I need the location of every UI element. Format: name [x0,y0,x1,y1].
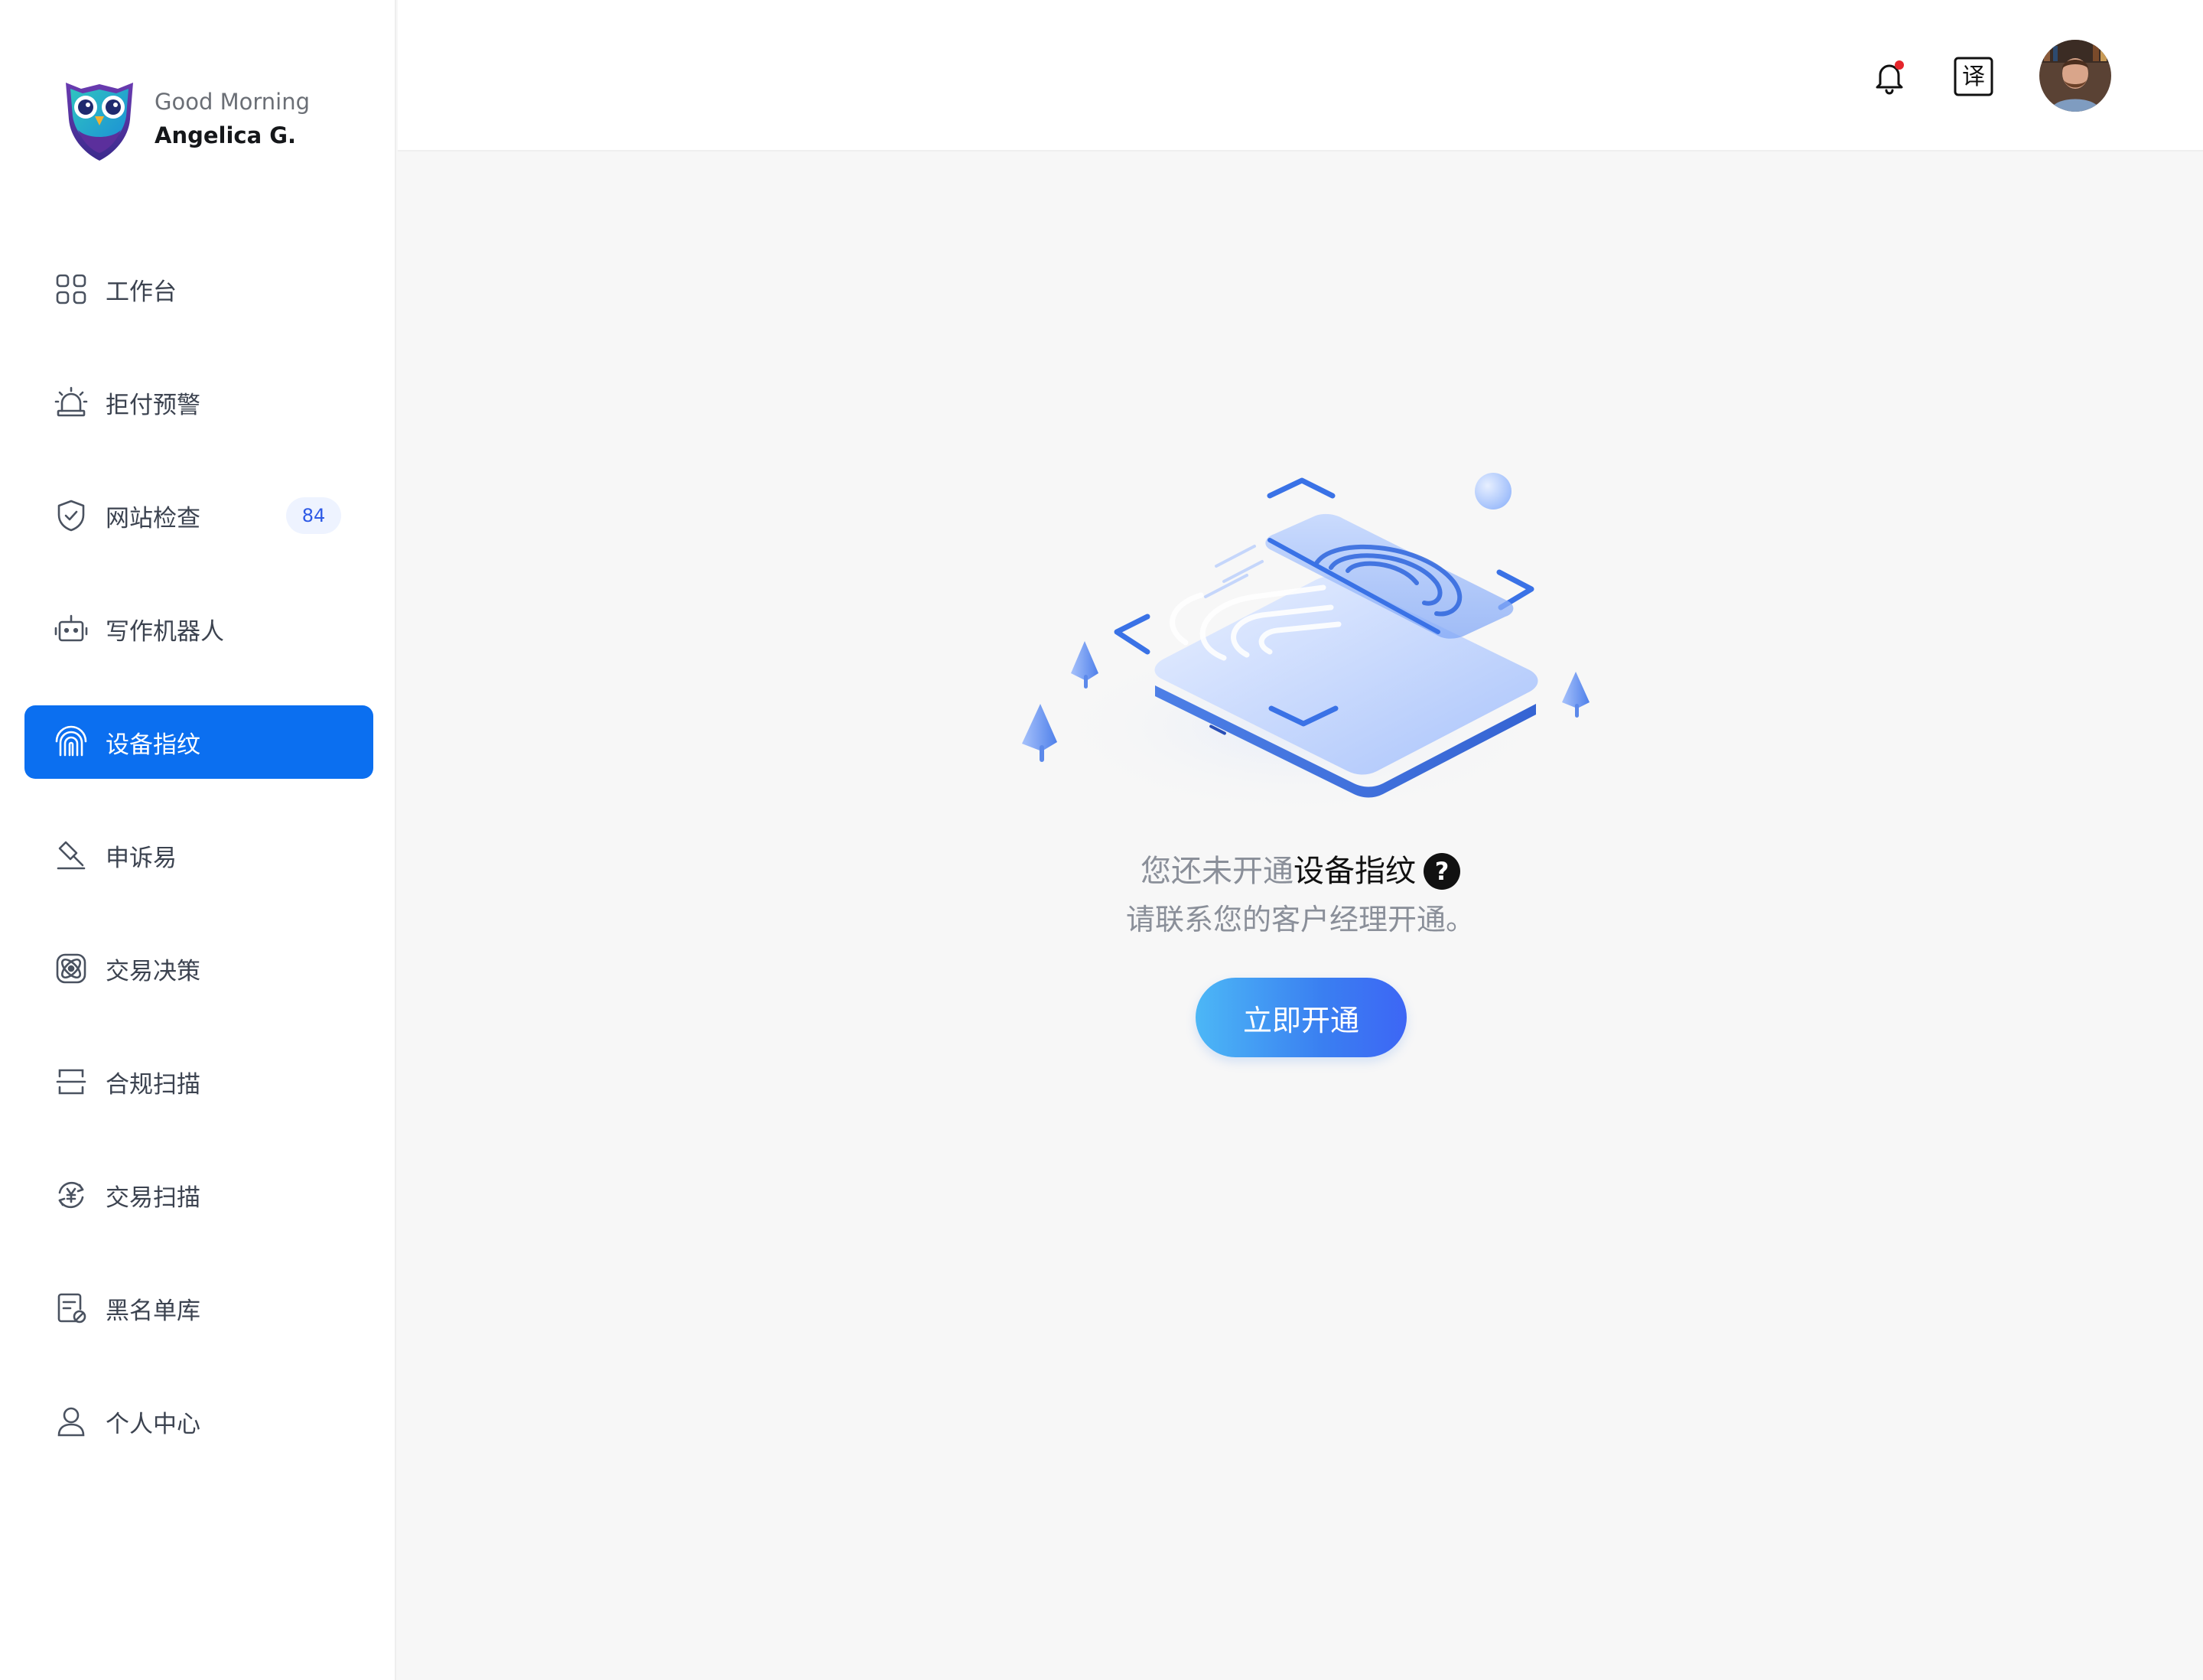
message-line-2: 请联系您的客户经理开通。 [1125,903,1475,936]
message-prefix: 您还未开通 [1141,854,1293,889]
gavel-icon [54,838,89,873]
yen-refresh-icon [54,1177,89,1213]
shield-check-icon [54,498,89,533]
user-name: Angelica G. [155,122,297,148]
sidebar: Good Morning Angelica G. 工作台 拒付预警 网站检查 8… [0,0,396,1680]
notification-dot [1895,60,1904,70]
sidebar-item-label: 工作台 [106,278,177,306]
grid-icon [54,272,89,307]
count-badge: 84 [286,497,341,534]
sidebar-item-label: 网站检查 [106,504,200,532]
sidebar-item-label: 写作机器人 [106,617,224,646]
greeting-text: Good Morning [155,89,310,115]
sidebar-item-label: 申诉易 [106,844,177,872]
blocklist-icon [54,1291,89,1326]
sidebar-item-device-fingerprint[interactable]: 设备指纹 [24,705,373,779]
sidebar-item-trade-decision[interactable]: 交易决策 [24,932,373,1005]
sidebar-item-label: 个人中心 [106,1410,200,1438]
sidebar-item-profile[interactable]: 个人中心 [24,1385,373,1458]
sidebar-item-label: 设备指纹 [106,731,200,759]
fingerprint-illustration [1022,473,1590,819]
notification-button[interactable] [1868,55,1911,98]
sidebar-item-chargeback-alert[interactable]: 拒付预警 [24,366,373,439]
robot-icon [54,611,89,646]
sidebar-item-label: 合规扫描 [106,1070,200,1099]
fingerprint-icon [54,724,89,760]
sidebar-item-label: 拒付预警 [106,391,200,419]
message-line-1: 您还未开通 设备指纹? [1071,848,1530,895]
avatar[interactable] [2039,40,2111,112]
alarm-icon [54,385,89,420]
sidebar-item-label: 黑名单库 [106,1297,200,1325]
user-icon [54,1404,89,1439]
activate-now-button[interactable]: 立即开通 [1196,978,1407,1057]
atom-icon [54,951,89,986]
sidebar-item-label: 交易决策 [106,957,200,985]
help-icon[interactable]: ? [1424,853,1460,890]
sidebar-item-site-check[interactable]: 网站检查 84 [24,479,373,552]
feature-name: 设备指纹 [1293,854,1416,889]
translate-icon: 译 [1954,57,1993,96]
user-photo [2039,40,2111,112]
sidebar-item-label: 交易扫描 [106,1183,200,1212]
svg-text:译: 译 [1962,63,1985,90]
sidebar-item-trade-scan[interactable]: 交易扫描 [24,1158,373,1232]
sidebar-item-blocklist[interactable]: 黑名单库 [24,1271,373,1345]
translate-button[interactable]: 译 [1952,55,1995,98]
sidebar-item-compliance-scan[interactable]: 合规扫描 [24,1045,373,1118]
brand: Good Morning Angelica G. [61,77,310,162]
sidebar-item-appeal[interactable]: 申诉易 [24,819,373,892]
scan-icon [54,1064,89,1099]
sidebar-item-writing-robot[interactable]: 写作机器人 [24,592,373,666]
sidebar-item-workbench[interactable]: 工作台 [24,252,373,326]
topbar: 译 [398,0,2203,151]
not-activated-message: 您还未开通 设备指纹? 请联系您的客户经理开通。 [1071,848,1530,944]
owl-logo-icon [66,83,133,161]
